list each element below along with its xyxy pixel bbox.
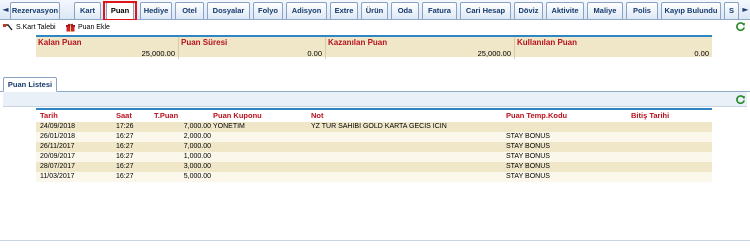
summary-duration-header: Puan Süresi	[181, 38, 228, 47]
tab-extre[interactable]: Extre	[330, 2, 358, 19]
gift-icon	[66, 23, 75, 32]
tab-dosyalar[interactable]: Dosyalar	[207, 2, 250, 19]
tab-fatura[interactable]: Fatura	[422, 2, 457, 19]
summary-remaining-value: 25,000.00	[141, 49, 175, 58]
table-row[interactable]: 28/07/2017 16:27 3,000.00 STAY BONUS	[36, 162, 712, 172]
arrow-left-icon[interactable]: ◄	[1, 4, 10, 16]
cell-time: 16:27	[116, 173, 134, 180]
tab-cari-hesap[interactable]: Cari Hesap	[460, 2, 511, 19]
summary-remaining-header: Kalan Puan	[38, 38, 82, 47]
tab-aktivite[interactable]: Aktivite	[546, 2, 584, 19]
points-summary: Kalan Puan 25,000.00 Puan Süresi 0.00 Ka…	[36, 35, 712, 59]
cell-date: 26/11/2017	[40, 143, 75, 150]
tab-hediye[interactable]: Hediye	[140, 2, 172, 19]
summary-used: Kullanılan Puan 0.00	[514, 37, 712, 59]
cell-points: 7,000.00	[183, 123, 211, 130]
tab-maliye[interactable]: Maliye	[587, 2, 623, 19]
cell-template-code: STAY BONUS	[506, 153, 550, 160]
points-list-header: Tarih Saat T.Puan Puan Kuponu Not Puan T…	[36, 110, 712, 122]
tab-oda[interactable]: Oda	[391, 2, 419, 19]
card-icon	[3, 23, 13, 30]
summary-used-value: 0.00	[694, 49, 709, 58]
tab-puan[interactable]: Puan	[106, 2, 134, 19]
column-header-coupon[interactable]: Puan Kuponu	[213, 111, 262, 120]
toolbar: S.Kart Talebi Puan Ekle	[0, 20, 750, 34]
cell-template-code: STAY BONUS	[506, 163, 550, 170]
column-header-points[interactable]: T.Puan	[154, 111, 178, 120]
points-list: Tarih Saat T.Puan Puan Kuponu Not Puan T…	[36, 108, 712, 186]
refresh-icon[interactable]	[735, 21, 746, 32]
card-request-button[interactable]: S.Kart Talebi	[3, 22, 56, 32]
column-header-time[interactable]: Saat	[116, 111, 132, 120]
arrow-right-icon[interactable]: ►	[741, 4, 750, 16]
tab-urun[interactable]: Ürün	[361, 2, 388, 19]
summary-earned-value: 25,000.00	[477, 49, 511, 58]
cell-time: 17:26	[116, 123, 134, 130]
cell-date: 11/03/2017	[40, 173, 75, 180]
table-row[interactable]: 20/09/2017 16:27 1,000.00 STAY BONUS	[36, 152, 712, 162]
top-tab-bar: ◄ Rezervasyon Kart Puan Hediye Otel Dosy…	[0, 0, 750, 20]
list-toolbar	[3, 92, 747, 107]
table-row[interactable]: 26/11/2017 16:27 7,000.00 STAY BONUS	[36, 142, 712, 152]
cell-time: 16:27	[116, 143, 134, 150]
tab-polis[interactable]: Polis	[626, 2, 658, 19]
cell-points: 7,000.00	[183, 143, 211, 150]
summary-used-header: Kullanılan Puan	[517, 38, 578, 47]
summary-duration-value: 0.00	[307, 49, 322, 58]
column-header-date[interactable]: Tarih	[40, 111, 58, 120]
summary-earned-header: Kazanılan Puan	[328, 38, 388, 47]
cell-coupon: YONETIM	[213, 123, 245, 130]
cell-date: 28/07/2017	[40, 163, 76, 170]
tab-adisyon[interactable]: Adisyon	[286, 2, 327, 19]
summary-duration: Puan Süresi 0.00	[178, 37, 325, 59]
cell-template-code: STAY BONUS	[506, 173, 550, 180]
cell-template-code: STAY BONUS	[506, 143, 550, 150]
add-points-button[interactable]: Puan Ekle	[66, 22, 110, 32]
cell-points: 1,000.00	[183, 153, 211, 160]
summary-earned: Kazanılan Puan 25,000.00	[325, 37, 514, 59]
tab-kart[interactable]: Kart	[74, 2, 101, 19]
summary-remaining: Kalan Puan 25,000.00	[36, 37, 178, 59]
cell-date: 24/09/2018	[40, 123, 76, 130]
table-row[interactable]: 24/09/2018 17:26 7,000.00 YONETIM YZ TUR…	[36, 122, 712, 132]
cell-note: YZ TUR SAHIBI GOLD KARTA GECIS ICIN	[311, 123, 447, 130]
card-request-label: S.Kart Talebi	[16, 23, 56, 31]
cell-date: 26/01/2018	[40, 133, 76, 140]
bottom-divider	[0, 240, 750, 241]
cell-points: 2,000.00	[183, 133, 211, 140]
column-header-note[interactable]: Not	[311, 111, 324, 120]
tab-overflow[interactable]: S	[724, 2, 739, 19]
table-row[interactable]: 11/03/2017 16:27 5,000.00 STAY BONUS	[36, 172, 712, 182]
tab-doviz[interactable]: Döviz	[514, 2, 543, 19]
cell-time: 16:27	[116, 163, 134, 170]
refresh-icon[interactable]	[735, 94, 746, 105]
cell-time: 16:27	[116, 153, 134, 160]
column-header-template-code[interactable]: Puan Temp.Kodu	[506, 111, 567, 120]
cell-points: 5,000.00	[183, 173, 211, 180]
cell-points: 3,000.00	[183, 163, 211, 170]
add-points-label: Puan Ekle	[78, 23, 110, 31]
tab-otel[interactable]: Otel	[175, 2, 204, 19]
cell-date: 20/09/2017	[40, 153, 76, 160]
tab-rezervasyon[interactable]: Rezervasyon	[10, 2, 60, 19]
cell-template-code: STAY BONUS	[506, 133, 550, 140]
tab-folyo[interactable]: Folyo	[253, 2, 283, 19]
column-header-end-date[interactable]: Bitiş Tarihi	[631, 111, 669, 120]
tab-puan-listesi[interactable]: Puan Listesi	[3, 77, 57, 92]
cell-time: 16:27	[116, 133, 134, 140]
tab-kayip-bulundu[interactable]: Kayıp Bulundu	[661, 2, 721, 19]
section-tab-strip: Puan Listesi	[0, 77, 750, 92]
table-row[interactable]: 26/01/2018 16:27 2,000.00 STAY BONUS	[36, 132, 712, 142]
